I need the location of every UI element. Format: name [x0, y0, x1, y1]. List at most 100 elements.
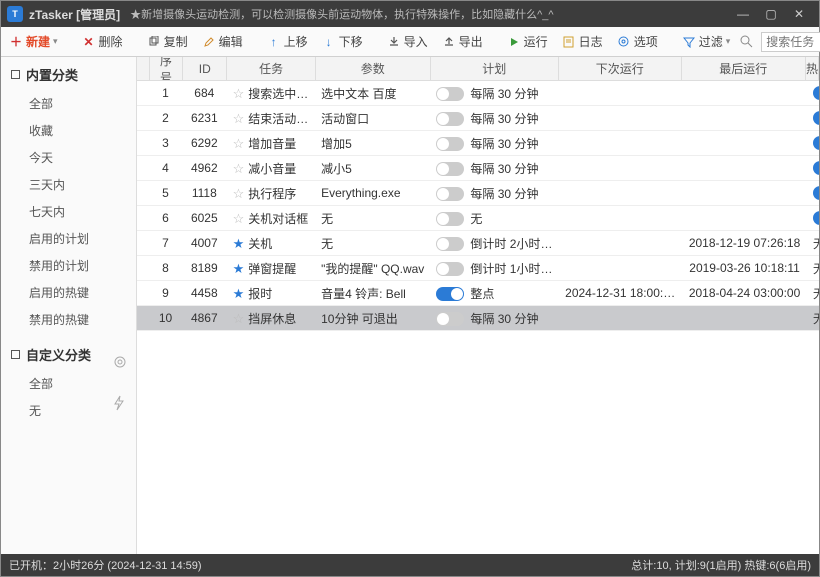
star-icon[interactable]: ★ — [233, 236, 245, 251]
filter-button[interactable]: 过滤 ▾ — [678, 30, 735, 53]
hot-toggle[interactable] — [813, 111, 819, 125]
log-button[interactable]: 日志 — [558, 30, 607, 53]
sidebar-item[interactable]: 三天内 — [1, 171, 136, 198]
col-last[interactable]: 最后运行 — [682, 57, 806, 80]
star-icon[interactable]: ☆ — [233, 161, 245, 176]
table-row[interactable]: 94458★报时音量4 铃声: Bell整点2024-12-31 18:00:0… — [137, 281, 819, 306]
table-row[interactable]: 26231☆结束活动窗口及...活动窗口每隔 30 分钟Win+ — [137, 106, 819, 131]
hot-toggle[interactable] — [813, 186, 819, 200]
filter-icon — [682, 35, 696, 49]
delete-label: 删除 — [99, 33, 123, 50]
cell-param: 增加5 — [315, 135, 430, 152]
sidebar-item[interactable]: 七天内 — [1, 198, 136, 225]
cell-last: 2019-03-26 10:18:11 — [682, 261, 807, 275]
option-button[interactable]: 选项 — [613, 30, 662, 53]
star-icon[interactable]: ★ — [233, 286, 245, 301]
minimize-button[interactable]: — — [729, 4, 757, 24]
plan-toggle[interactable] — [436, 237, 464, 251]
sidebar-gear-icon[interactable] — [113, 355, 127, 369]
cell-id: 4458 — [182, 286, 227, 300]
cell-task: ☆关机对话框 — [227, 210, 316, 227]
star-icon[interactable]: ☆ — [233, 311, 245, 326]
sidebar-item[interactable]: 全部 — [1, 370, 136, 397]
copy-button[interactable]: 复制 — [143, 30, 192, 53]
col-id[interactable]: ID — [183, 57, 227, 80]
edit-button[interactable]: 编辑 — [198, 30, 247, 53]
arrow-up-icon: ↑ — [267, 35, 281, 49]
col-next[interactable]: 下次运行 — [559, 57, 682, 80]
plan-toggle[interactable] — [436, 87, 464, 101]
star-icon[interactable]: ★ — [233, 261, 245, 276]
col-param[interactable]: 参数 — [316, 57, 431, 80]
plan-toggle[interactable] — [436, 312, 464, 326]
col-hot[interactable]: 热 — [806, 57, 819, 80]
cell-hot: Win+ — [807, 211, 819, 226]
cell-param: 音量4 铃声: Bell — [315, 285, 430, 302]
maximize-button[interactable]: ▢ — [757, 4, 785, 24]
log-icon — [562, 35, 576, 49]
col-task[interactable]: 任务 — [227, 57, 315, 80]
moveup-button[interactable]: ↑ 上移 — [263, 30, 312, 53]
cell-seq: 10 — [149, 311, 182, 325]
table-row[interactable]: 74007★关机无倒计时 2小时0...2018-12-19 07:26:18无 — [137, 231, 819, 256]
lightning-icon[interactable] — [113, 395, 125, 411]
copy-icon — [147, 35, 161, 49]
sidebar-item[interactable]: 今天 — [1, 144, 136, 171]
sidebar-item[interactable]: 禁用的计划 — [1, 252, 136, 279]
status-left: 已开机：2小时26分 (2024-12-31 14:59) — [9, 557, 202, 573]
cell-id: 4962 — [182, 161, 227, 175]
export-button[interactable]: 导出 — [438, 30, 487, 53]
col-seq[interactable]: 序号 — [150, 57, 183, 80]
cell-param: Everything.exe — [315, 186, 430, 200]
new-button[interactable]: ＋ 新建 ▾ — [5, 30, 62, 53]
close-button[interactable]: ✕ — [785, 4, 813, 24]
table-row[interactable]: 104867☆挡屏休息10分钟 可退出每隔 30 分钟无 — [137, 306, 819, 331]
plan-toggle[interactable] — [436, 137, 464, 151]
sidebar-item[interactable]: 禁用的热键 — [1, 306, 136, 333]
plan-toggle[interactable] — [436, 187, 464, 201]
col-plan[interactable]: 计划 — [431, 57, 559, 80]
import-button[interactable]: 导入 — [383, 30, 432, 53]
star-icon[interactable]: ☆ — [233, 86, 245, 101]
table-row[interactable]: 66025☆关机对话框无无Win+ — [137, 206, 819, 231]
table-row[interactable]: 36292☆增加音量增加5每隔 30 分钟Ctrl+ — [137, 131, 819, 156]
star-icon[interactable]: ☆ — [233, 111, 245, 126]
sidebar-item[interactable]: 收藏 — [1, 117, 136, 144]
plan-toggle[interactable] — [436, 287, 464, 301]
hot-toggle[interactable] — [813, 136, 819, 150]
sidebar: 内置分类 全部收藏今天三天内七天内启用的计划禁用的计划启用的热键禁用的热键 自定… — [1, 57, 137, 554]
hot-toggle[interactable] — [813, 86, 819, 100]
plan-toggle[interactable] — [436, 162, 464, 176]
run-label: 运行 — [524, 33, 548, 50]
edit-label: 编辑 — [219, 33, 243, 50]
search-icon — [740, 35, 753, 49]
cell-hot: Win+ — [807, 111, 819, 126]
run-button[interactable]: 运行 — [503, 30, 552, 53]
hot-toggle[interactable] — [813, 161, 819, 175]
sidebar-builtin-header[interactable]: 内置分类 — [1, 57, 136, 90]
plan-toggle[interactable] — [436, 112, 464, 126]
movedown-button[interactable]: ↓ 下移 — [318, 30, 367, 53]
plan-toggle[interactable] — [436, 262, 464, 276]
sidebar-item[interactable]: 启用的计划 — [1, 225, 136, 252]
table-row[interactable]: 1684☆搜索选中文本选中文本 百度每隔 30 分钟Win+ — [137, 81, 819, 106]
sidebar-item[interactable]: 启用的热键 — [1, 279, 136, 306]
table-row[interactable]: 88189★弹窗提醒"我的提醒" QQ.wav倒计时 1小时0...2019-0… — [137, 256, 819, 281]
table-row[interactable]: 44962☆减小音量减小5每隔 30 分钟Ctrl+ — [137, 156, 819, 181]
cell-plan: 每隔 30 分钟 — [430, 85, 559, 102]
search-input[interactable] — [761, 32, 820, 52]
star-icon[interactable]: ☆ — [233, 211, 245, 226]
cell-id: 8189 — [182, 261, 227, 275]
delete-button[interactable]: ✕ 删除 — [78, 30, 127, 53]
hot-toggle[interactable] — [813, 211, 819, 225]
table-row[interactable]: 51118☆执行程序Everything.exe每隔 30 分钟Win+ — [137, 181, 819, 206]
cell-task: ☆减小音量 — [227, 160, 316, 177]
export-label: 导出 — [459, 33, 483, 50]
cell-hot: Ctrl+ — [807, 161, 819, 176]
star-icon[interactable]: ☆ — [233, 136, 245, 151]
star-icon[interactable]: ☆ — [233, 186, 245, 201]
cell-plan: 每隔 30 分钟 — [430, 185, 559, 202]
plan-toggle[interactable] — [436, 212, 464, 226]
sidebar-item[interactable]: 全部 — [1, 90, 136, 117]
cell-task: ☆挡屏休息 — [227, 310, 316, 327]
